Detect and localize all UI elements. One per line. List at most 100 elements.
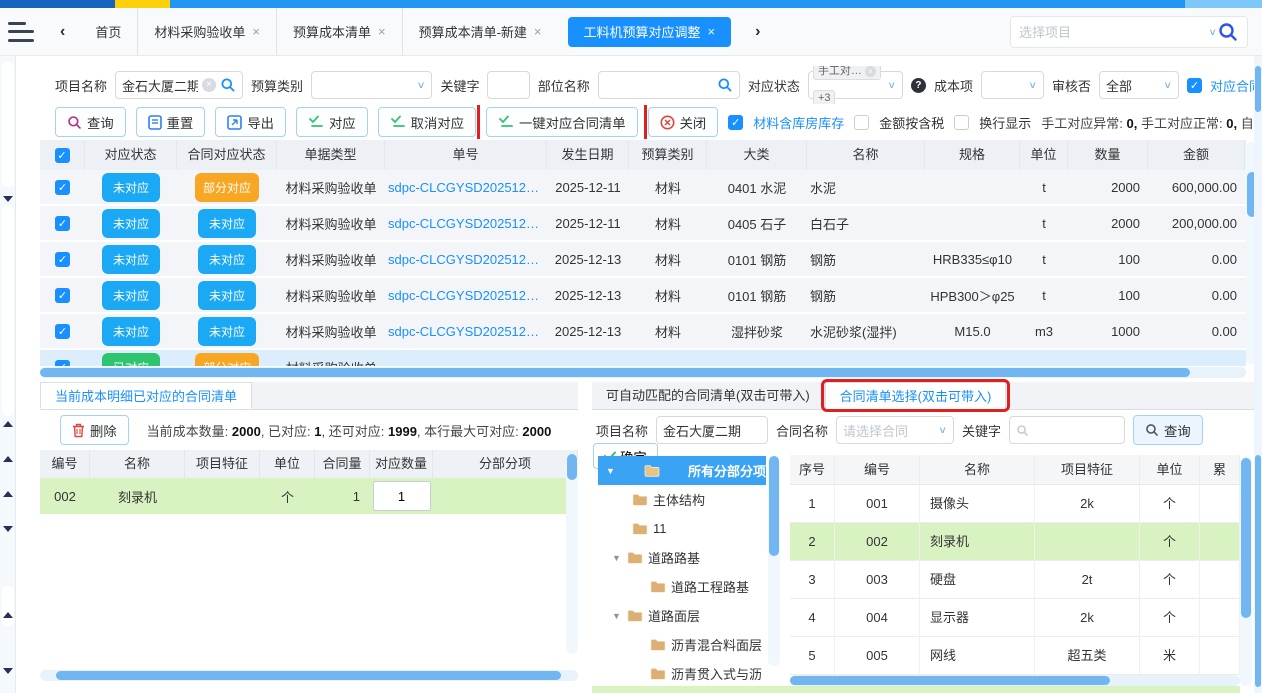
tabs-scroll-right-icon[interactable]: › [741, 23, 774, 41]
one-click-match-button[interactable]: 一键对应合同清单 [486, 107, 638, 137]
keyword-input[interactable] [1009, 416, 1125, 444]
table-row[interactable]: ✓ 未对应 未对应 材料采购验收单 sdpc-CLCGYSD2025121300… [40, 314, 1246, 350]
row-checkbox[interactable]: ✓ [55, 288, 70, 303]
match-qty-input[interactable] [373, 481, 431, 511]
tabs-scroll-left-icon[interactable]: ‹ [46, 23, 79, 41]
bottom-left-vertical-scrollbar[interactable] [566, 454, 578, 654]
matched-table-row[interactable]: 002 刻录机 个 1 [40, 478, 578, 514]
row-checkbox[interactable]: ✓ [55, 360, 70, 366]
close-icon[interactable]: × [534, 24, 542, 39]
contract-table-row[interactable]: 5005 网线 超五类米 [790, 637, 1240, 675]
table-row[interactable]: ✓ 已对应 部分对应 材料采购验收单 [40, 350, 1246, 366]
doc-no-link[interactable]: sdpc-CLCGYSD2025121200( [385, 180, 547, 195]
table-row[interactable]: ✓ 未对应 未对应 材料采购验收单 sdpc-CLCGYSD2025121300… [40, 242, 1246, 278]
match-contract-checkbox[interactable]: ✓ [1187, 78, 1202, 93]
export-button[interactable]: 导出 [215, 107, 286, 137]
keyword-input[interactable] [487, 71, 529, 99]
search-icon[interactable] [717, 77, 733, 93]
project-name-value[interactable] [656, 416, 768, 444]
audit-select[interactable]: 全部∨ [1099, 71, 1179, 99]
tree-expand-icon[interactable]: ▼ [612, 553, 622, 563]
tree-node[interactable]: 沥青混合料面层 [598, 630, 766, 659]
doc-no-link[interactable]: sdpc-CLCGYSD2025121300( [385, 288, 547, 303]
contract-table-row[interactable]: 3003 硬盘 2t个 [790, 561, 1240, 599]
table-row[interactable]: ✓ 未对应 未对应 材料采购验收单 sdpc-CLCGYSD2025121200… [40, 206, 1246, 242]
contract-select[interactable]: 请选择合同 ∨ [836, 416, 954, 444]
menu-hamburger-icon[interactable] [8, 22, 34, 42]
doc-no-link[interactable]: sdpc-CLCGYSD2025121300( [385, 324, 547, 339]
tree-node[interactable]: 11 [598, 514, 766, 543]
budget-type-select[interactable]: ∨ [311, 71, 432, 99]
tab-material-receipt[interactable]: 材料采购验收单× [137, 8, 276, 55]
contract-table-row[interactable]: 4004 显示器 2k个 [790, 599, 1240, 637]
tree-vertical-scrollbar[interactable] [768, 456, 780, 666]
include-warehouse-checkbox[interactable]: ✓ [728, 115, 743, 130]
page-vertical-scrollbar[interactable] [1254, 56, 1262, 693]
sidebar-collapse-icon[interactable] [3, 196, 13, 202]
sidebar-expand-icon[interactable] [3, 491, 13, 497]
tree-node[interactable]: 沥青贯入式与沥 [598, 659, 766, 682]
row-checkbox[interactable]: ✓ [55, 180, 70, 195]
close-button[interactable]: 关闭 [648, 107, 719, 137]
tab-auto-match-list[interactable]: 可自动匹配的合同清单(双击可带入) [592, 382, 825, 409]
sidebar-collapse-icon[interactable] [3, 526, 13, 532]
remove-tag-icon[interactable]: × [865, 66, 876, 77]
tree-node[interactable]: ▼ 道路路基 [598, 543, 766, 572]
wrap-display-checkbox[interactable] [954, 115, 969, 130]
tab-budget-cost-new[interactable]: 预算成本清单-新建× [402, 8, 558, 55]
cancel-match-button[interactable]: 取消对应 [378, 107, 476, 137]
part-name-input[interactable] [598, 71, 740, 99]
match-button[interactable]: 对应 [296, 107, 368, 137]
tab-matched-contract-list[interactable]: 当前成本明细已对应的合同清单 [40, 382, 252, 409]
close-icon[interactable]: × [252, 24, 260, 39]
contract-table-row[interactable]: 1001 摄像头 2k个 [790, 485, 1240, 523]
delete-button[interactable]: 删除 [60, 415, 129, 445]
tree-expand-icon[interactable]: ▼ [606, 466, 616, 476]
help-icon[interactable]: ? [911, 78, 926, 93]
amount-with-tax-checkbox[interactable] [854, 115, 869, 130]
tab-budget-match-adjust[interactable]: 工料机预算对应调整× [568, 17, 732, 47]
tab-list: 首页 材料采购验收单× 预算成本清单× 预算成本清单-新建× 工料机预算对应调整… [79, 8, 741, 55]
tree-node-all-sections[interactable]: ▼ 所有分部分项 [598, 456, 766, 485]
close-icon[interactable]: × [378, 24, 386, 39]
table-row[interactable]: ✓ 未对应 部分对应 材料采购验收单 sdpc-CLCGYSD202512120… [40, 170, 1246, 206]
sidebar-expand-icon[interactable] [3, 612, 13, 618]
contract-table-row[interactable]: 2002 刻录机 个 [790, 523, 1240, 561]
doc-no-link[interactable]: sdpc-CLCGYSD2025121200( [385, 216, 547, 231]
tree-node[interactable]: ▼ 道路面层 [598, 601, 766, 630]
contract-table-horizontal-scrollbar[interactable] [790, 675, 1240, 686]
contract-table-vertical-scrollbar[interactable] [1240, 456, 1252, 686]
doc-no-link[interactable]: sdpc-CLCGYSD2025121300( [385, 252, 547, 267]
status-tag-more: +3 [813, 90, 836, 104]
sidebar-expand-icon[interactable] [3, 456, 13, 462]
search-icon[interactable] [220, 77, 236, 93]
close-icon[interactable]: × [708, 24, 716, 39]
contract-select-panel: 可自动匹配的合同清单(双击可带入) 合同清单选择(双击可带入) 项目名称 合同名… [592, 382, 1262, 693]
project-select[interactable]: 选择项目 ∨ [1010, 16, 1248, 48]
sidebar-collapse-icon[interactable] [3, 668, 13, 674]
tab-contract-select[interactable]: 合同清单选择(双击可带入) [825, 382, 1007, 409]
clear-icon[interactable]: × [202, 78, 216, 92]
search-icon[interactable] [1217, 21, 1239, 43]
query-button[interactable]: 查询 [55, 107, 126, 137]
bottom-left-horizontal-scrollbar[interactable] [40, 670, 578, 681]
row-checkbox[interactable]: ✓ [55, 324, 70, 339]
collapsed-sidebar[interactable] [0, 56, 16, 693]
match-status-select[interactable]: 手工对…× +3 ∨ [808, 71, 903, 99]
tree-node[interactable]: 主体结构 [598, 485, 766, 514]
tree-node[interactable]: 道路工程路基 [598, 572, 766, 601]
row-checkbox[interactable]: ✓ [55, 252, 70, 267]
project-name-input[interactable]: × [115, 71, 243, 99]
table-row[interactable]: ✓ 未对应 未对应 材料采购验收单 sdpc-CLCGYSD2025121300… [40, 278, 1246, 314]
sidebar-expand-icon[interactable] [3, 421, 13, 427]
cost-item-select[interactable]: ∨ [981, 71, 1044, 99]
tab-budget-cost-list[interactable]: 预算成本清单× [276, 8, 402, 55]
tab-home[interactable]: 首页 [79, 8, 137, 55]
tree-expand-icon[interactable]: ▼ [612, 611, 622, 621]
query-button[interactable]: 查询 [1133, 415, 1203, 445]
row-checkbox[interactable]: ✓ [55, 216, 70, 231]
main-table-horizontal-scrollbar[interactable] [40, 367, 1246, 378]
reset-button[interactable]: 重置 [136, 107, 206, 137]
chevron-down-icon: ∨ [1028, 79, 1037, 90]
select-all-checkbox[interactable]: ✓ [55, 148, 70, 163]
